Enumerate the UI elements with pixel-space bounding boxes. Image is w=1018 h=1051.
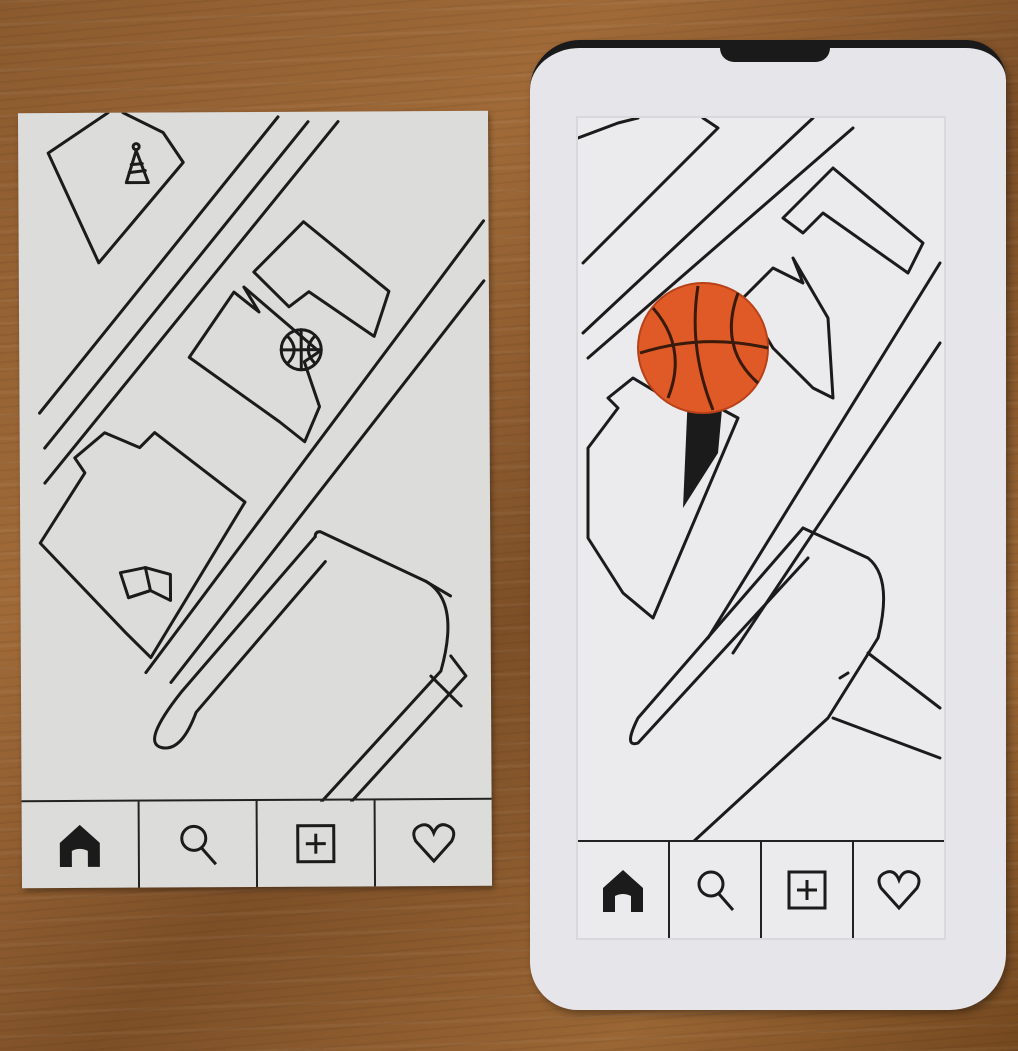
road-line: [38, 115, 280, 415]
heart-icon: [877, 870, 921, 911]
basketball-icon[interactable]: [279, 328, 323, 372]
home-icon: [59, 824, 100, 868]
heart-icon: [412, 823, 456, 864]
search-icon: [180, 824, 218, 866]
tab-search[interactable]: [139, 800, 259, 888]
tab-favorites[interactable]: [854, 842, 944, 938]
road-line: [144, 219, 486, 675]
road-line: [831, 716, 942, 760]
search-icon: [697, 870, 735, 911]
tab-add[interactable]: [257, 800, 377, 887]
tab-bar: [578, 840, 944, 938]
road-line: [866, 651, 942, 710]
road-line: [350, 654, 468, 803]
book-icon[interactable]: [118, 566, 173, 602]
map-block: [46, 111, 185, 265]
road-line: [153, 535, 327, 750]
home-icon: [603, 870, 643, 912]
tab-add[interactable]: [762, 842, 854, 938]
road-line: [629, 526, 810, 746]
add-icon: [787, 870, 827, 910]
road-line: [838, 671, 850, 680]
road-line: [581, 118, 720, 265]
phone-frame: [530, 40, 1006, 1010]
road-line: [691, 526, 886, 842]
tab-bar: [21, 797, 493, 889]
phone-screen: [578, 118, 944, 938]
road-line: [578, 118, 640, 140]
map-area[interactable]: [18, 111, 492, 804]
road-line: [429, 674, 463, 708]
map-block: [252, 220, 391, 338]
party-hat-icon[interactable]: [124, 142, 150, 185]
phone-notch: [720, 40, 830, 62]
road-line: [313, 530, 450, 804]
tab-favorites[interactable]: [376, 800, 492, 887]
paper-sketch-frame: [17, 110, 493, 889]
tab-home[interactable]: [578, 842, 670, 938]
tab-search[interactable]: [670, 842, 762, 938]
map-block: [781, 166, 925, 275]
tab-home[interactable]: [21, 801, 141, 889]
add-icon: [296, 824, 336, 864]
basketball-pin-icon[interactable]: [628, 278, 778, 518]
